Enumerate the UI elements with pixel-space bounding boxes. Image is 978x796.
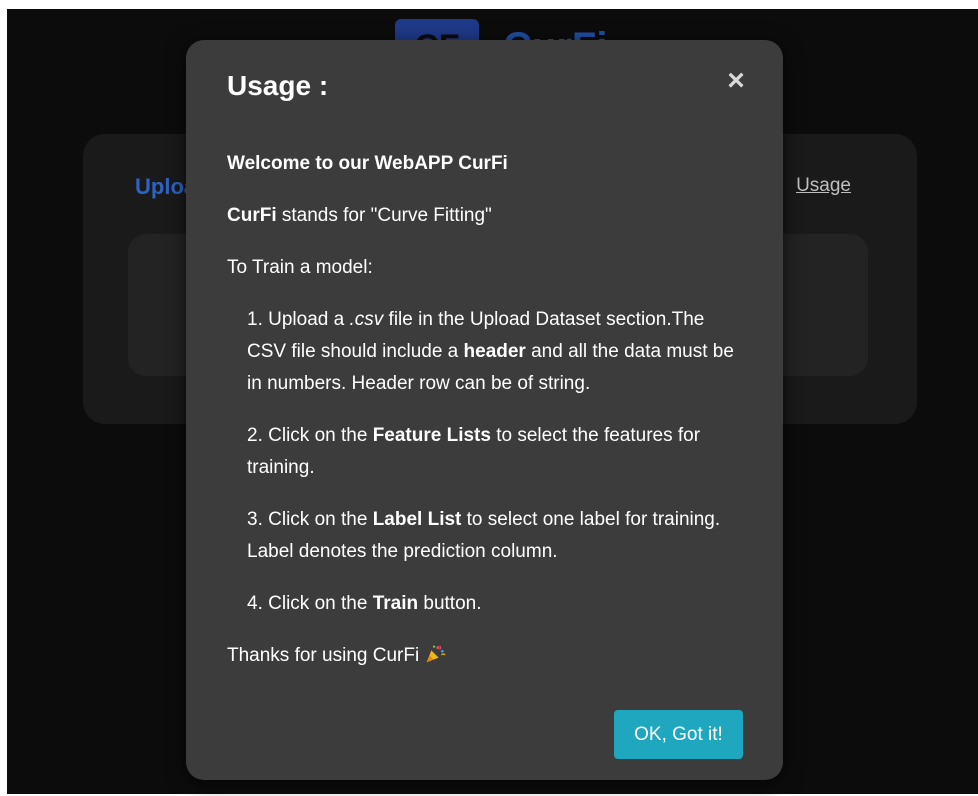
party-popper-icon (427, 645, 446, 663)
step-text: Click on the (268, 593, 373, 614)
step-strong: header (463, 341, 526, 362)
close-icon[interactable]: × (723, 64, 749, 98)
welcome-text: Welcome to our WebAPP CurFi (227, 148, 747, 180)
tagline-text: CurFi stands for "Curve Fitting" (227, 200, 747, 232)
step-number: 1. (247, 309, 263, 330)
step-strong: Label List (372, 509, 462, 530)
ok-got-it-button[interactable]: OK, Got it! (614, 710, 743, 759)
train-intro: To Train a model: (227, 257, 373, 278)
thanks-text: Thanks for using CurFi (227, 640, 747, 672)
thanks-label: Thanks for using CurFi (227, 645, 420, 666)
modal-title: Usage : (227, 70, 329, 101)
welcome-app-name: CurFi (458, 153, 508, 174)
step-number: 2. (247, 425, 263, 446)
step-text: Click on the (268, 425, 373, 446)
step-strong: Feature Lists (372, 425, 491, 446)
step-item-2: 2. Click on the Feature Lists to select … (247, 420, 747, 484)
usage-modal: Usage : × Welcome to our WebAPP CurFi Cu… (186, 40, 783, 780)
step-number: 4. (247, 593, 263, 614)
step-text: Upload a (268, 309, 350, 330)
step-emphasis: .csv (349, 309, 384, 330)
usage-link[interactable]: Usage (796, 175, 851, 197)
step-item-4: 4. Click on the Train button. (247, 588, 747, 620)
steps-list: 1. Upload a .csv file in the Upload Data… (227, 304, 747, 620)
step-item-3: 3. Click on the Label List to select one… (247, 504, 747, 568)
tagline-app-name: CurFi (227, 205, 277, 226)
tagline-rest: stands for "Curve Fitting" (276, 205, 492, 226)
welcome-prefix: Welcome to our WebAPP (227, 153, 459, 174)
step-text: Click on the (268, 509, 373, 530)
step-item-1: 1. Upload a .csv file in the Upload Data… (247, 304, 747, 400)
step-text: button. (418, 593, 482, 614)
step-strong: Train (372, 593, 419, 614)
modal-body: Welcome to our WebAPP CurFi CurFi stands… (227, 148, 747, 692)
step-number: 3. (247, 509, 263, 530)
